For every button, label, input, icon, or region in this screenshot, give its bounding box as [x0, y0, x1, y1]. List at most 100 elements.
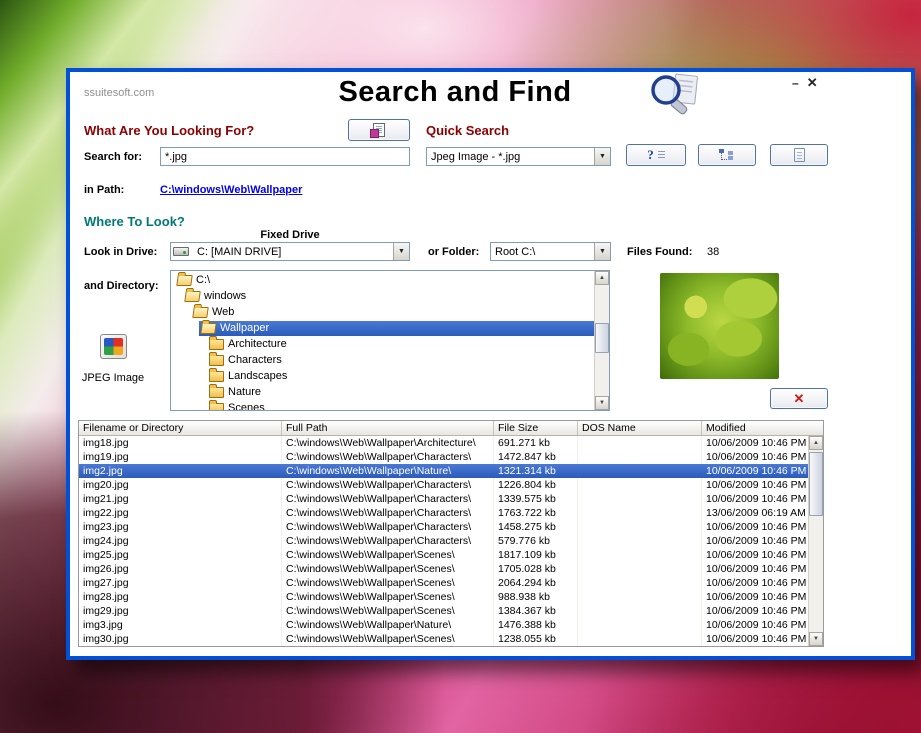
dropdown-arrow-icon[interactable]: ▼ — [594, 243, 610, 260]
drive-dropdown[interactable]: C: [MAIN DRIVE] ▼ — [170, 242, 410, 261]
cell-dosname — [578, 590, 702, 604]
table-scrollbar[interactable]: ▲ ▼ — [808, 436, 823, 646]
file-type-dropdown[interactable]: Jpeg Image - *.jpg ▼ — [426, 147, 611, 166]
red-x-icon: ✕ — [794, 392, 805, 405]
cell-dosname — [578, 618, 702, 632]
cell-fullpath: C:\windows\Web\Wallpaper\Characters\ — [282, 492, 494, 506]
document-icon — [794, 148, 805, 162]
scroll-down-button[interactable]: ▼ — [809, 632, 823, 646]
tree-item[interactable]: Characters — [171, 352, 594, 368]
directory-tree: C:\ windows Web — [170, 270, 610, 411]
cell-filesize: 1226.804 kb — [494, 478, 578, 492]
cell-modified: 10/06/2009 10:46 PM — [702, 464, 808, 478]
tree-item[interactable]: Architecture — [171, 336, 594, 352]
column-header-fullpath[interactable]: Full Path — [282, 421, 494, 435]
table-row[interactable]: img21.jpg C:\windows\Web\Wallpaper\Chara… — [79, 492, 808, 506]
files-found-label: Files Found: — [627, 246, 692, 258]
cell-filesize: 1321.314 kb — [494, 464, 578, 478]
cell-filesize: 1472.847 kb — [494, 450, 578, 464]
help-button[interactable]: ? — [626, 144, 686, 166]
tree-item[interactable]: Nature — [171, 384, 594, 400]
table-row[interactable]: img24.jpg C:\windows\Web\Wallpaper\Chara… — [79, 534, 808, 548]
cell-fullpath: C:\windows\Web\Wallpaper\Scenes\ — [282, 562, 494, 576]
tree-item-label: Characters — [228, 354, 282, 366]
tree-item[interactable]: Web — [171, 304, 594, 320]
table-row[interactable]: img28.jpg C:\windows\Web\Wallpaper\Scene… — [79, 590, 808, 604]
table-row[interactable]: img18.jpg C:\windows\Web\Wallpaper\Archi… — [79, 436, 808, 450]
scroll-up-button[interactable]: ▲ — [809, 436, 823, 450]
folder-icon — [209, 371, 224, 382]
tree-item-label: Nature — [228, 386, 261, 398]
scroll-up-button[interactable]: ▲ — [595, 271, 609, 285]
tree-item[interactable]: Landscapes — [171, 368, 594, 384]
cell-filename: img24.jpg — [79, 534, 282, 548]
folder-icon — [176, 275, 193, 286]
cell-filename: img27.jpg — [79, 576, 282, 590]
table-row[interactable]: img22.jpg C:\windows\Web\Wallpaper\Chara… — [79, 506, 808, 520]
column-header-filesize[interactable]: File Size — [494, 421, 578, 435]
table-row[interactable]: img29.jpg C:\windows\Web\Wallpaper\Scene… — [79, 604, 808, 618]
window-controls: – ✕ — [792, 77, 818, 89]
look-in-drive-label: Look in Drive: — [84, 246, 157, 258]
tree-scrollbar[interactable]: ▲ ▼ — [594, 271, 609, 410]
folder-icon — [209, 339, 224, 350]
tree-item[interactable]: Scenes — [171, 400, 594, 410]
dropdown-arrow-icon[interactable]: ▼ — [393, 243, 409, 260]
clear-results-button[interactable]: ✕ — [770, 388, 828, 409]
cell-dosname — [578, 576, 702, 590]
and-directory-label: and Directory: — [84, 280, 159, 292]
cell-modified: 10/06/2009 10:46 PM — [702, 618, 808, 632]
scroll-down-button[interactable]: ▼ — [595, 396, 609, 410]
table-row[interactable]: img23.jpg C:\windows\Web\Wallpaper\Chara… — [79, 520, 808, 534]
cell-dosname — [578, 604, 702, 618]
table-row[interactable]: img20.jpg C:\windows\Web\Wallpaper\Chara… — [79, 478, 808, 492]
cell-fullpath: C:\windows\Web\Wallpaper\Characters\ — [282, 506, 494, 520]
table-row[interactable]: img3.jpg C:\windows\Web\Wallpaper\Nature… — [79, 618, 808, 632]
tree-item-label: windows — [204, 290, 246, 302]
tree-view-button[interactable] — [698, 144, 756, 166]
scroll-track[interactable] — [595, 285, 609, 396]
table-row[interactable]: img2.jpg C:\windows\Web\Wallpaper\Nature… — [79, 464, 808, 478]
cell-dosname — [578, 534, 702, 548]
table-row[interactable]: img30.jpg C:\windows\Web\Wallpaper\Scene… — [79, 632, 808, 646]
cell-dosname — [578, 506, 702, 520]
scroll-thumb[interactable] — [595, 323, 609, 353]
desktop-wallpaper: ssuitesoft.com Search and Find – ✕ What … — [0, 0, 921, 733]
minimize-button[interactable]: – — [792, 77, 799, 89]
search-input[interactable] — [160, 147, 410, 166]
column-header-dosname[interactable]: DOS Name — [578, 421, 702, 435]
column-header-modified[interactable]: Modified — [702, 421, 810, 435]
cell-modified: 10/06/2009 10:46 PM — [702, 590, 808, 604]
cell-fullpath: C:\windows\Web\Wallpaper\Characters\ — [282, 450, 494, 464]
dropdown-arrow-icon[interactable]: ▼ — [594, 148, 610, 165]
header-spacer — [810, 421, 823, 435]
new-document-button[interactable] — [770, 144, 828, 166]
scroll-thumb[interactable] — [809, 452, 823, 516]
fixed-drive-label: Fixed Drive — [170, 229, 410, 241]
cell-filename: img23.jpg — [79, 520, 282, 534]
cell-filesize: 988.938 kb — [494, 590, 578, 604]
cell-modified: 10/06/2009 10:46 PM — [702, 534, 808, 548]
tree-list: C:\ windows Web — [171, 271, 594, 410]
tree-item[interactable]: Wallpaper — [171, 320, 594, 336]
cell-filename: img3.jpg — [79, 618, 282, 632]
folder-dropdown[interactable]: Root C:\ ▼ — [490, 242, 611, 261]
table-row[interactable]: img25.jpg C:\windows\Web\Wallpaper\Scene… — [79, 548, 808, 562]
path-link[interactable]: C:\windows\Web\Wallpaper — [160, 184, 302, 196]
window-title: Search and Find — [70, 76, 840, 109]
file-type-caption: JPEG Image — [71, 372, 155, 384]
table-header: Filename or Directory Full Path File Siz… — [79, 421, 823, 436]
cell-dosname — [578, 436, 702, 450]
column-header-filename[interactable]: Filename or Directory — [79, 421, 282, 435]
close-button[interactable]: ✕ — [807, 77, 818, 89]
report-button[interactable] — [348, 119, 410, 141]
table-row[interactable]: img27.jpg C:\windows\Web\Wallpaper\Scene… — [79, 576, 808, 590]
tree-item[interactable]: C:\ — [171, 272, 594, 288]
cell-filesize: 2064.294 kb — [494, 576, 578, 590]
tree-item[interactable]: windows — [171, 288, 594, 304]
table-row[interactable]: img19.jpg C:\windows\Web\Wallpaper\Chara… — [79, 450, 808, 464]
scroll-track[interactable] — [809, 450, 823, 632]
looking-for-heading: What Are You Looking For? — [84, 123, 254, 138]
cell-modified: 10/06/2009 10:46 PM — [702, 520, 808, 534]
table-row[interactable]: img26.jpg C:\windows\Web\Wallpaper\Scene… — [79, 562, 808, 576]
